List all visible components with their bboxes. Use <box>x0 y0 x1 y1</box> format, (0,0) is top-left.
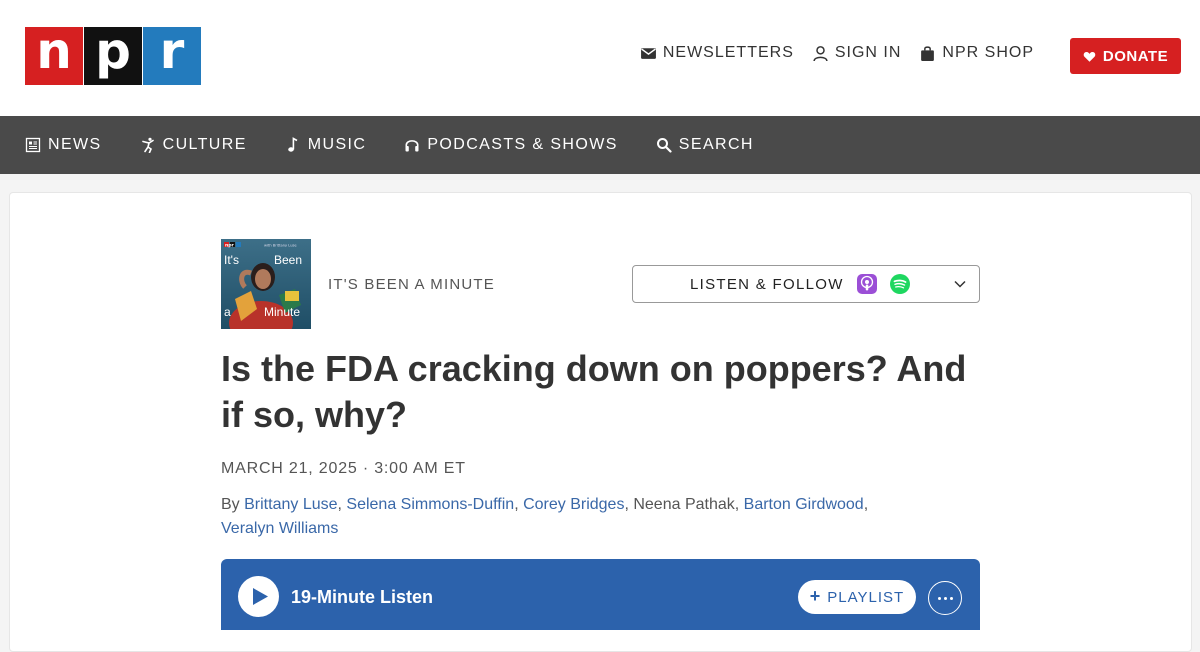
author-link[interactable]: Corey Bridges <box>523 496 624 513</box>
article-byline: By Brittany Luse, Selena Simmons-Duffin,… <box>221 496 869 537</box>
thumb-host: with Brittany Luse <box>264 244 297 248</box>
envelope-icon <box>640 47 656 59</box>
thumb-brand: npr <box>225 242 235 248</box>
nav-item-search[interactable]: SEARCH <box>656 136 754 154</box>
spotify-icon <box>889 274 910 294</box>
show-artwork[interactable]: npr with Brittany Luse It's Been a Minut… <box>221 239 311 329</box>
nav-label-culture: CULTURE <box>162 136 247 153</box>
newspaper-icon <box>25 137 41 153</box>
headphones-icon <box>405 140 419 152</box>
thumb-word-been: Been <box>274 253 302 267</box>
article-date: MARCH 21, 2025 · 3:00 AM ET <box>221 460 466 477</box>
dancer-icon <box>141 137 154 153</box>
author-link[interactable]: Brittany Luse <box>244 496 337 513</box>
play-icon <box>253 588 268 605</box>
listen-duration: 19-Minute Listen <box>291 587 434 607</box>
more-options-button[interactable] <box>928 581 962 615</box>
show-artwork-image: npr with Brittany Luse It's Been a Minut… <box>221 239 311 329</box>
author-link[interactable]: Selena Simmons-Duffin <box>346 496 514 513</box>
nav-item-podcasts-shows[interactable]: PODCASTS & SHOWS <box>404 136 617 154</box>
logo-n: n <box>25 22 83 85</box>
nav-label-music: MUSIC <box>307 136 367 153</box>
newsletters-link[interactable]: NEWSLETTERS <box>640 44 794 62</box>
author-link[interactable]: Veralyn Williams <box>221 520 338 537</box>
plus-icon: + <box>809 586 822 606</box>
nav-label-podcasts-shows: PODCASTS & SHOWS <box>427 136 618 153</box>
logo-r: r <box>143 22 201 85</box>
user-icon <box>813 45 828 61</box>
heart-icon <box>1083 51 1096 62</box>
add-to-playlist-button[interactable]: + PLAYLIST <box>798 580 916 614</box>
nav-item-music[interactable]: MUSIC <box>285 136 367 154</box>
dot-icon <box>943 596 947 600</box>
site-header: n p r NEWSLETTERS SIGN IN NPR SHOP DONAT… <box>0 0 1200 116</box>
listen-follow-dropdown[interactable]: LISTEN & FOLLOW <box>632 265 980 303</box>
donate-label: DONATE <box>1102 47 1169 65</box>
header-links: NEWSLETTERS SIGN IN NPR SHOP <box>640 44 1034 62</box>
nav-item-news[interactable]: NEWS <box>25 136 102 154</box>
nav-label-search: SEARCH <box>678 136 754 153</box>
author-link[interactable]: Barton Girdwood <box>744 496 864 513</box>
npr-shop-label: NPR SHOP <box>942 44 1034 61</box>
sign-in-label: SIGN IN <box>834 44 902 61</box>
npr-logo[interactable]: n p r <box>25 22 201 85</box>
thumb-word-a: a <box>224 305 231 319</box>
search-icon <box>656 138 672 153</box>
audio-player: 19-Minute Listen + PLAYLIST <box>221 559 980 630</box>
logo-letter-n: n <box>36 22 72 80</box>
thumb-word-minute: Minute <box>264 305 300 319</box>
playlist-label: PLAYLIST <box>827 588 905 606</box>
article-headline: Is the FDA cracking down on poppers? And… <box>221 348 967 435</box>
dot-icon <box>949 596 953 600</box>
music-note-icon <box>287 137 298 152</box>
byline-prefix: By <box>221 496 240 513</box>
chevron-down-icon <box>954 280 966 288</box>
dot-icon <box>937 596 941 600</box>
nav-item-culture[interactable]: CULTURE <box>140 136 247 154</box>
sign-in-link[interactable]: SIGN IN <box>812 44 902 62</box>
main-nav: NEWS CULTURE MUSIC PODCASTS & SHOWS SEAR… <box>0 116 1200 174</box>
logo-p: p <box>84 22 142 85</box>
author-name: Neena Pathak <box>633 496 735 513</box>
thumb-word-its: It's <box>224 253 239 267</box>
apple-podcasts-icon <box>856 274 877 294</box>
shopping-bag-icon <box>921 45 935 61</box>
newsletters-label: NEWSLETTERS <box>662 44 794 61</box>
donate-button[interactable]: DONATE <box>1070 38 1181 74</box>
show-name-link[interactable]: IT'S BEEN A MINUTE <box>328 276 495 293</box>
npr-shop-link[interactable]: NPR SHOP <box>919 44 1034 62</box>
nav-label-news: NEWS <box>48 136 102 153</box>
listen-follow-label: LISTEN & FOLLOW <box>690 275 844 293</box>
logo-letter-p: p <box>95 22 131 80</box>
play-button[interactable] <box>238 576 279 617</box>
logo-letter-r: r <box>159 22 185 80</box>
